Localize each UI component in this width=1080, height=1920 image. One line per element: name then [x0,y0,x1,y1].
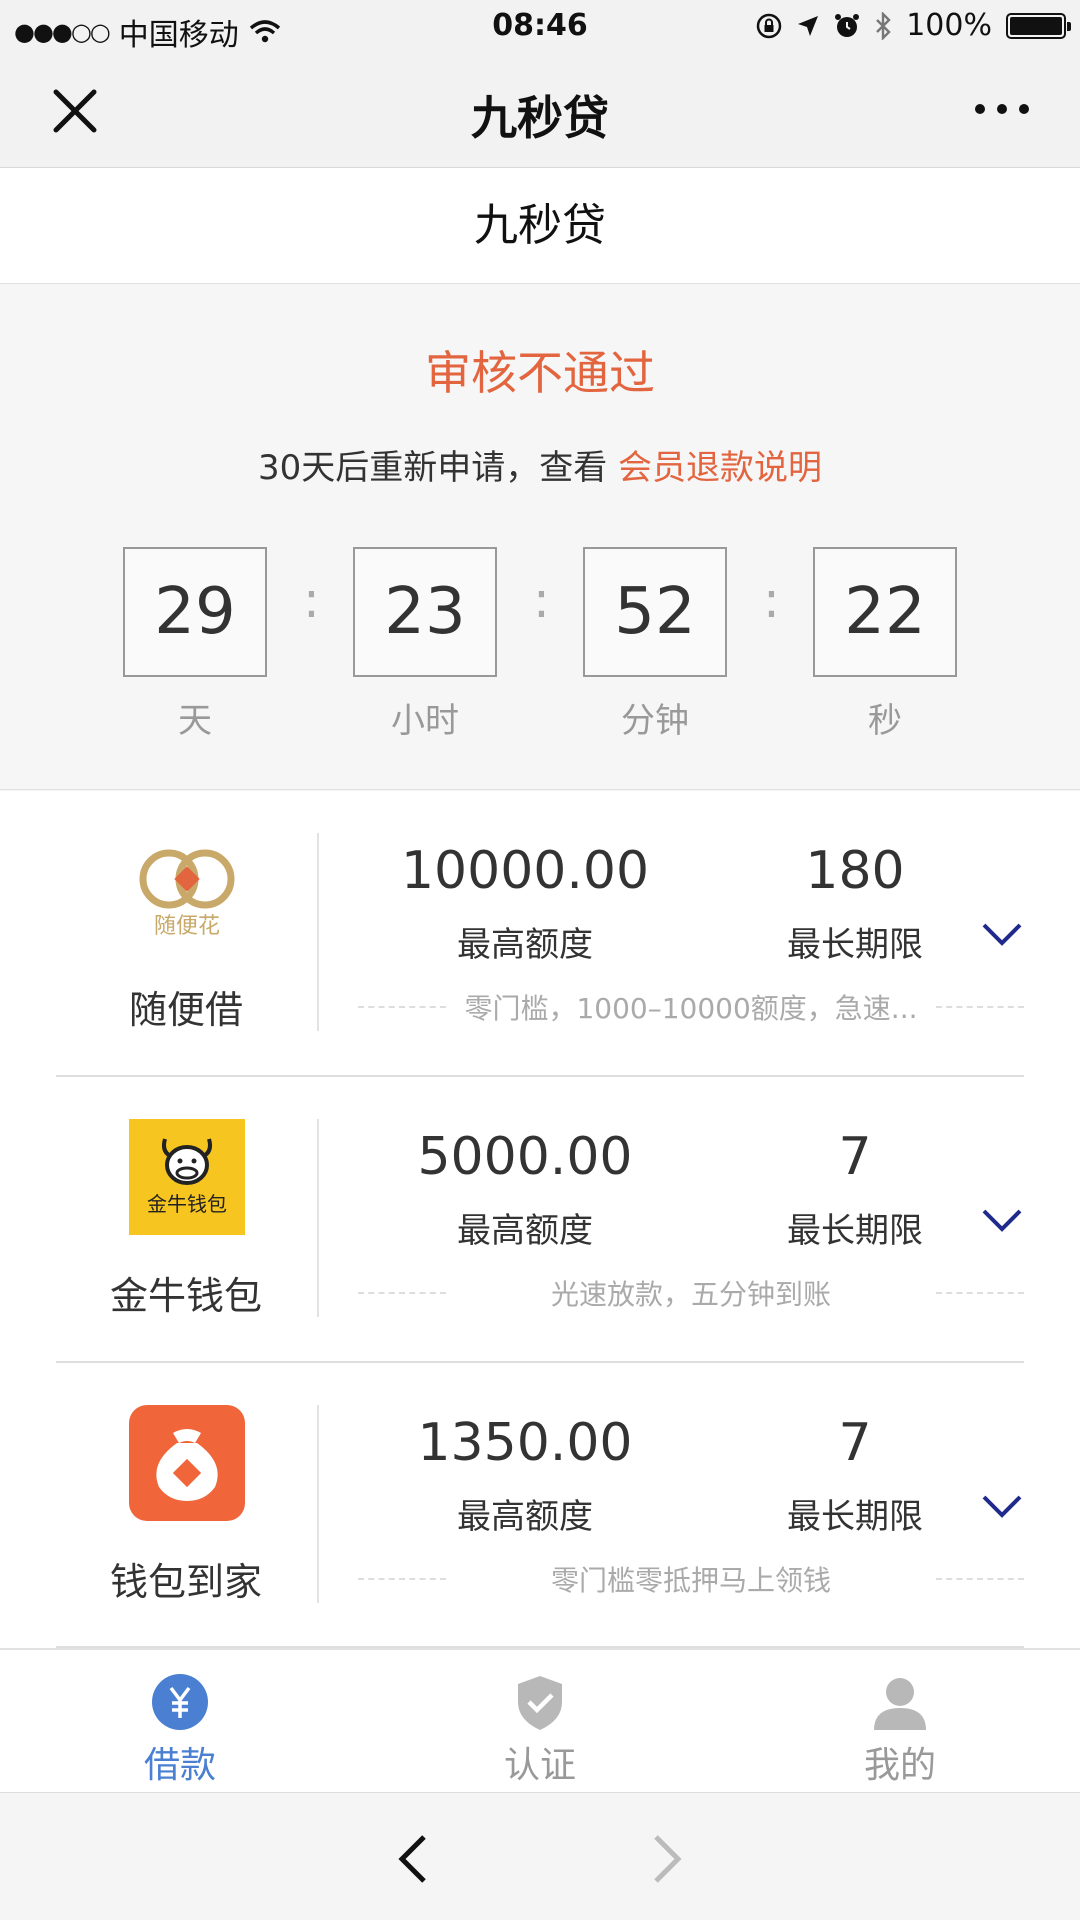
more-icon[interactable] [974,102,1030,116]
countdown-days: 29 [123,547,267,677]
alarm-icon [835,13,860,37]
countdown-hours-label: 小时 [391,701,459,741]
max-amount: 10000.00 [400,841,650,901]
bluetooth-icon [876,11,891,40]
review-status: 审核不通过 30天后重新申请，查看 会员退款说明 29 天 : 23 小时 : … [0,285,1080,790]
countdown-seconds-label: 秒 [868,701,902,741]
max-term-label: 最长期限 [787,1211,923,1251]
status-bar: ●●●○○ 中国移动 08:46 100% [0,0,1080,53]
max-term: 7 [838,1413,872,1473]
max-amount-label: 最高额度 [457,925,593,965]
review-title: 审核不通过 [425,346,655,400]
loan-item[interactable]: 钱包到家 1350.00 最高额度 7 最长期限 零门槛零抵押马上领钱 [0,1363,1080,1649]
loan-description: 零门槛，1000–10000额度，急速... [464,992,918,1025]
max-term-label: 最长期限 [787,925,923,965]
countdown: 29 天 : 23 小时 : 52 分钟 : 22 秒 [0,547,1080,747]
vertical-divider [317,833,319,1031]
yuan-icon [152,1674,208,1730]
dashed-line [358,1292,446,1294]
loan-item[interactable]: 随便花 随便借 10000.00 最高额度 180 最长期限 零门槛，1000–… [0,791,1080,1077]
chevron-down-icon[interactable] [980,1493,1024,1521]
refund-info-link[interactable]: 会员退款说明 [618,448,822,488]
shield-icon [518,1676,562,1730]
countdown-separator: : [763,571,780,629]
vertical-divider [317,1405,319,1603]
dashed-line [936,1578,1024,1580]
loan-list: 随便花 随便借 10000.00 最高额度 180 最长期限 零门槛，1000–… [0,791,1080,1648]
tab-label: 借款 [143,1745,216,1786]
vertical-divider [317,1119,319,1317]
bull-logo: 金牛钱包 [129,1119,245,1235]
countdown-minutes-label: 分钟 [621,701,689,741]
max-term: 180 [805,841,905,901]
tab-mine[interactable]: 我的 [720,1650,1080,1794]
max-amount: 1350.00 [417,1413,633,1473]
tab-label: 认证 [503,1745,576,1786]
loan-description: 零门槛零抵押马上领钱 [550,1564,831,1597]
page-header: 九秒贷 [0,168,1080,284]
countdown-days-label: 天 [178,701,212,741]
logo-text: 金牛钱包 [147,1192,227,1216]
max-amount-label: 最高额度 [457,1211,593,1251]
description-row: 零门槛，1000–10000额度，急速... [358,987,1024,1027]
description-row: 光速放款，五分钟到账 [358,1273,1024,1313]
person-icon [874,1678,926,1730]
rotation-lock-icon [756,13,782,38]
countdown-minutes: 52 [583,547,727,677]
tab-verify[interactable]: 认证 [360,1650,720,1794]
loan-description: 光速放款，五分钟到账 [550,1278,831,1311]
browser-bar [0,1792,1080,1920]
countdown-hours: 23 [353,547,497,677]
review-subtitle-text: 30天后重新申请，查看 [257,448,608,488]
chevron-down-icon[interactable] [980,921,1024,949]
location-icon [798,15,819,36]
logo-text: 随便花 [154,914,220,939]
status-right: 100% [756,8,1071,43]
countdown-separator: : [533,571,550,629]
dashed-line [358,1578,446,1580]
loan-item[interactable]: 金牛钱包 金牛钱包 5000.00 最高额度 7 最长期限 光速放款，五分钟到账 [0,1077,1080,1363]
max-term: 7 [838,1127,872,1187]
back-arrow-icon[interactable] [394,1833,430,1885]
tab-loan[interactable]: 借款 [0,1650,360,1794]
tab-bar: 借款 认证 我的 [0,1648,1080,1792]
nav-title: 九秒贷 [471,91,609,145]
battery-icon [1006,12,1071,39]
chevron-down-icon[interactable] [980,1207,1024,1235]
countdown-seconds: 22 [813,547,957,677]
countdown-separator: : [303,571,320,629]
max-amount-label: 最高额度 [457,1497,593,1537]
tab-label: 我的 [863,1745,936,1786]
battery-percent: 100% [906,8,992,43]
rings-logo: 随便花 [139,849,235,939]
max-term-label: 最长期限 [787,1497,923,1537]
forward-arrow-icon[interactable] [650,1833,686,1885]
dashed-line [936,1292,1024,1294]
max-amount: 5000.00 [417,1127,633,1187]
dashed-line [936,1006,1024,1008]
review-subtitle: 30天后重新申请，查看 会员退款说明 [0,440,1080,489]
description-row: 零门槛零抵押马上领钱 [358,1559,1024,1599]
moneybag-logo [129,1405,245,1521]
nav-bar: 九秒贷 [0,52,1080,168]
dashed-line [358,1006,446,1008]
